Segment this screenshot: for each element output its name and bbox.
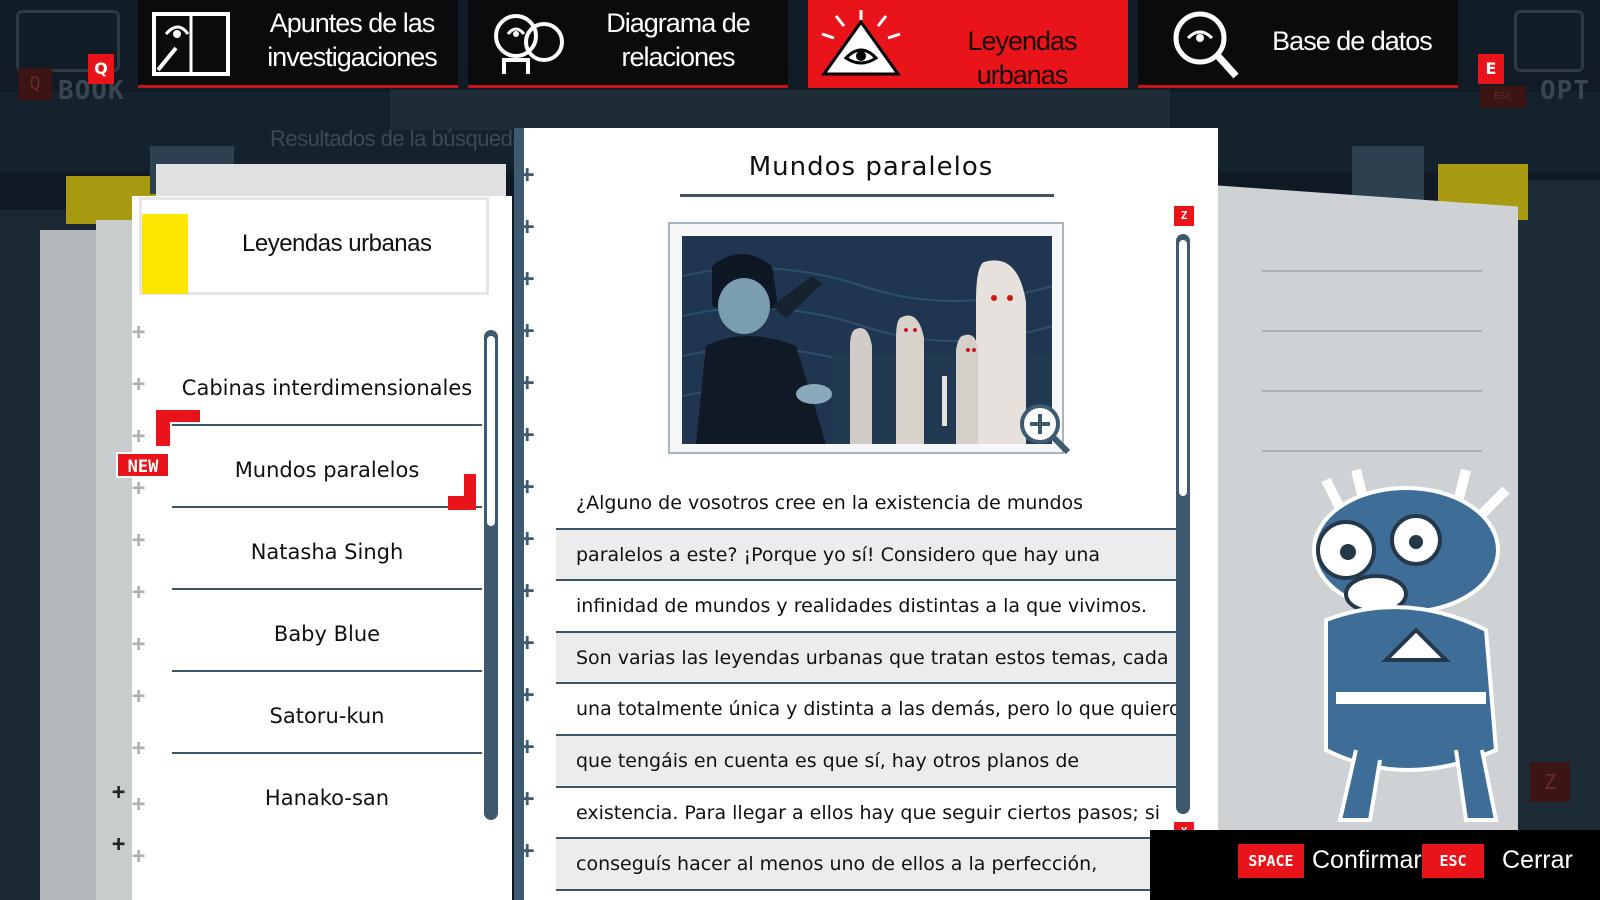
tab-investigation-notes-line1: Apuntes de las: [269, 8, 436, 38]
legend-item-natasha-singh[interactable]: Natasha Singh: [172, 506, 482, 590]
legend-item-label: Baby Blue: [273, 622, 381, 646]
document-line: que tengáis en cuenta es que sí, hay otr…: [556, 735, 1176, 788]
ring-marker: +: [132, 684, 146, 709]
illuminati-eye-icon: [821, 10, 901, 76]
top-tab-bar: Q BOOK Q Apuntes de las investigaciones …: [0, 0, 1600, 108]
ring-marker: +: [520, 212, 535, 240]
options-icon: [1514, 10, 1584, 72]
document-scrollbar[interactable]: [1176, 234, 1190, 814]
ring-marker: +: [132, 632, 146, 657]
zoom-in-icon[interactable]: [1018, 402, 1072, 456]
ring-marker: +: [520, 160, 535, 188]
ring-marker: +: [132, 372, 146, 397]
ghost-z-key: Z: [1530, 762, 1570, 802]
ring-marker: +: [132, 844, 146, 869]
ring-marker: +: [132, 792, 146, 817]
esc-key-badge: ESC: [1422, 844, 1484, 878]
parallel-worlds-illustration[interactable]: [682, 236, 1052, 444]
scroll-up-key: Z: [1174, 206, 1194, 226]
mascot-character: [1312, 468, 1510, 822]
ring-marker: +: [520, 472, 535, 500]
legend-item-label: Satoru-kun: [269, 704, 385, 728]
ring-marker: +: [520, 628, 535, 656]
background-search-bar: [390, 90, 1170, 130]
book-ghost-key: Q: [18, 68, 52, 100]
tab-database-label: Base de datos: [1272, 26, 1433, 56]
document-line: Son varias las leyendas urbanas que trat…: [556, 632, 1176, 685]
tab-database[interactable]: Base de datos: [1138, 0, 1458, 88]
legend-item-label: Natasha Singh: [250, 540, 404, 564]
ring-marker: +: [520, 732, 535, 760]
tab-investigation-notes[interactable]: Apuntes de las investigaciones: [138, 0, 458, 88]
legend-item-label: Cabinas interdimensionales: [181, 376, 473, 400]
category-color-tab: [142, 214, 188, 294]
ring-marker: +: [112, 780, 126, 805]
page-line: [1262, 270, 1482, 272]
esc-ghost-key: ESC: [1480, 86, 1526, 108]
ring-marker: +: [132, 320, 146, 345]
tab-relationship-diagram-line1: Diagrama de: [606, 8, 751, 38]
tab-urban-legends-label: Leyendas urbanas: [967, 26, 1077, 90]
close-button[interactable]: Cerrar: [1502, 846, 1573, 875]
category-card: Leyendas urbanas: [142, 200, 486, 294]
page-line: [1262, 450, 1482, 452]
database-magnifier-icon: [1173, 11, 1239, 79]
ring-marker: +: [520, 680, 535, 708]
legend-item-interdimensional-booths[interactable]: Cabinas interdimensionales: [172, 342, 482, 426]
ring-marker: +: [132, 528, 146, 553]
ring-marker: +: [112, 832, 126, 857]
ring-marker: +: [520, 576, 535, 604]
document-line: existencia. Para llegar a ellos hay que …: [556, 788, 1176, 840]
tab-urban-legends[interactable]: Leyendas urbanas: [808, 0, 1128, 90]
ring-marker: +: [520, 368, 535, 396]
ring-marker: +: [520, 836, 535, 864]
tab-investigation-notes-line2: investigaciones: [267, 42, 438, 72]
legend-item-parallel-worlds[interactable]: Mundos paralelos: [172, 424, 482, 508]
ring-marker: +: [132, 736, 146, 761]
confirm-button[interactable]: Confirmar: [1312, 846, 1422, 875]
q-key-badge: Q: [88, 54, 114, 84]
document-line: infinidad de mundos y realidades distint…: [556, 581, 1176, 633]
tab-relationship-diagram[interactable]: Diagrama de relaciones: [468, 0, 788, 88]
document-title: Mundos paralelos: [748, 152, 994, 182]
options-label: OPT: [1540, 76, 1590, 106]
document-body: ¿Alguno de vosotros cree en la existenci…: [556, 478, 1176, 891]
space-key-badge: SPACE: [1238, 844, 1304, 878]
ring-marker: +: [520, 420, 535, 448]
document-scroll-thumb[interactable]: [1179, 240, 1187, 496]
tab-relationship-diagram-line2: relaciones: [621, 42, 735, 72]
legend-item-label: Hanako-san: [264, 786, 390, 810]
options-shortcut[interactable]: ESC OPT: [1480, 6, 1600, 108]
page-line: [1262, 390, 1482, 392]
selection-corner-bottom-right: [448, 474, 476, 510]
document-title-underline: [680, 194, 1054, 197]
document-line: conseguís hacer al menos uno de ellos a …: [556, 839, 1176, 891]
ring-marker: +: [132, 580, 146, 605]
category-title: Leyendas urbanas: [242, 230, 432, 257]
selection-corner-top-left: [156, 410, 200, 446]
ring-marker: +: [520, 316, 535, 344]
legend-list-scroll-thumb[interactable]: [487, 336, 495, 526]
document-line: una totalmente única y distinta a las de…: [556, 684, 1176, 736]
action-bar: SPACE Confirmar ESC Cerrar: [1150, 830, 1600, 900]
document-line: paralelos a este? ¡Porque yo sí! Conside…: [556, 529, 1176, 582]
ring-marker: +: [520, 524, 535, 552]
ring-marker: +: [132, 424, 146, 449]
search-results-label: Resultados de la búsqueda: [270, 126, 525, 151]
legend-list-scrollbar[interactable]: [484, 330, 498, 820]
document-line: ¿Alguno de vosotros cree en la existenci…: [556, 478, 1176, 530]
ring-marker: +: [520, 784, 535, 812]
legend-item-baby-blue[interactable]: Baby Blue: [172, 588, 482, 672]
legend-item-hanako-san[interactable]: Hanako-san: [172, 752, 482, 836]
notebook-icon: [152, 12, 230, 76]
relations-icon: [494, 14, 564, 74]
legend-item-label: Mundos paralelos: [234, 458, 420, 482]
page-line: [1262, 330, 1482, 332]
legend-item-satoru-kun[interactable]: Satoru-kun: [172, 670, 482, 754]
new-badge: NEW: [116, 452, 170, 478]
ring-marker: +: [520, 264, 535, 292]
